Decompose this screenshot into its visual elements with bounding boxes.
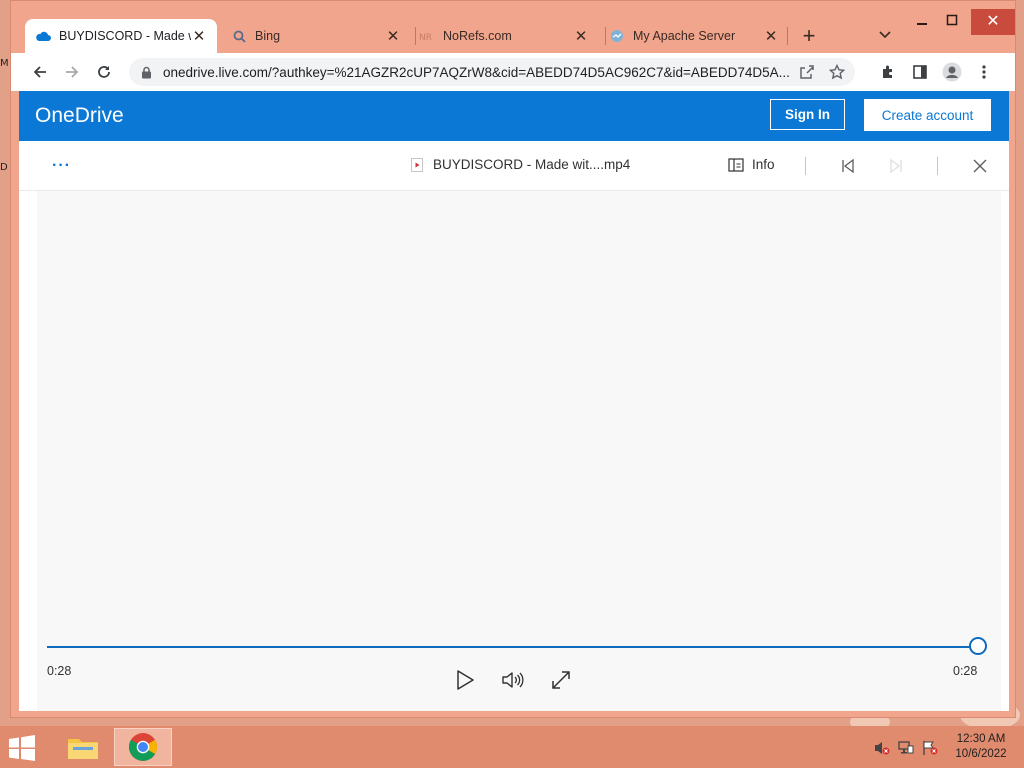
next-item-icon[interactable]: [887, 157, 905, 175]
taskbar: 12:30 AM 10/6/2022: [0, 726, 1024, 768]
create-account-button[interactable]: Create account: [864, 99, 991, 131]
onedrive-page: OneDrive Sign In Create account ··· BUYD…: [19, 91, 1009, 711]
tab-bing[interactable]: Bing ✕: [221, 19, 411, 53]
svg-text:NR: NR: [419, 33, 432, 41]
chrome-taskbar-icon[interactable]: [114, 728, 172, 766]
maximize-icon[interactable]: [937, 9, 967, 35]
seek-bar[interactable]: [47, 646, 980, 648]
reload-icon[interactable]: [92, 60, 116, 84]
tab-norefs[interactable]: NR NoRefs.com ✕: [409, 19, 599, 53]
window-close-icon[interactable]: ✕: [971, 9, 1015, 35]
desktop-icon-fragment: M: [0, 58, 9, 69]
close-viewer-icon[interactable]: [971, 157, 989, 175]
minimize-icon[interactable]: [907, 9, 937, 35]
close-tab-icon[interactable]: ✕: [763, 27, 779, 45]
new-tab-button[interactable]: +: [797, 25, 821, 49]
tab-title: My Apache Server: [633, 29, 736, 43]
browser-menu-icon[interactable]: [972, 60, 996, 84]
bookmark-star-icon[interactable]: [825, 60, 849, 84]
tab-search-icon[interactable]: [875, 27, 895, 47]
close-tab-icon[interactable]: ✕: [385, 27, 401, 45]
search-icon: [231, 28, 247, 44]
toolbar-divider: [805, 157, 806, 175]
action-center-flag-icon[interactable]: [922, 740, 938, 756]
sign-in-button[interactable]: Sign In: [770, 99, 845, 130]
video-file-icon: [411, 157, 423, 172]
volume-icon[interactable]: [500, 667, 526, 693]
clock-date: 10/6/2022: [955, 748, 1007, 760]
toolbar-divider: [937, 157, 938, 175]
lock-icon[interactable]: [139, 65, 153, 79]
file-explorer-icon[interactable]: [58, 728, 108, 766]
viewer-toolbar: ··· BUYDISCORD - Made wit....mp4 Info: [19, 141, 1009, 191]
browser-toolbar: onedrive.live.com/?authkey=%21AGZR2cUP7A…: [11, 53, 1015, 91]
side-panel-icon[interactable]: [908, 60, 932, 84]
close-tab-icon[interactable]: ✕: [573, 27, 589, 45]
info-label: Info: [752, 157, 775, 172]
tab-title: BUYDISCORD - Made w: [59, 29, 191, 43]
onedrive-cloud-icon: [35, 28, 51, 44]
current-time: 0:28: [47, 664, 72, 678]
fullscreen-icon[interactable]: [548, 667, 574, 693]
tab-separator: [787, 27, 788, 45]
address-bar[interactable]: onedrive.live.com/?authkey=%21AGZR2cUP7A…: [129, 58, 855, 86]
norefs-icon: NR: [419, 28, 435, 44]
browser-window: BUYDISCORD - Made w ✕ Bing ✕ NR NoRefs.c…: [10, 0, 1016, 718]
info-button[interactable]: Info: [728, 157, 775, 172]
share-icon[interactable]: [795, 60, 819, 84]
forward-icon[interactable]: [60, 60, 84, 84]
duration: 0:28: [953, 664, 978, 678]
desktop-icon-fragment: D: [0, 162, 8, 173]
onedrive-logo[interactable]: OneDrive: [35, 104, 124, 128]
tab-apache[interactable]: My Apache Server ✕: [599, 19, 789, 53]
tab-buydiscord[interactable]: BUYDISCORD - Made w ✕: [25, 19, 217, 53]
tab-title: Bing: [255, 29, 281, 43]
previous-item-icon[interactable]: [839, 157, 857, 175]
profile-avatar-icon[interactable]: [940, 60, 964, 84]
extensions-puzzle-icon[interactable]: [876, 60, 900, 84]
play-icon[interactable]: [452, 667, 478, 693]
clock-time: 12:30 AM: [956, 733, 1006, 745]
system-clock[interactable]: 12:30 AM 10/6/2022: [950, 732, 1012, 762]
windows-start-icon[interactable]: [8, 735, 36, 761]
file-name: BUYDISCORD - Made wit....mp4: [411, 157, 630, 172]
tab-title: NoRefs.com: [443, 29, 512, 43]
back-icon[interactable]: [28, 60, 52, 84]
url-text[interactable]: onedrive.live.com/?authkey=%21AGZR2cUP7A…: [163, 65, 795, 80]
apache-icon: [609, 28, 625, 44]
tab-strip: BUYDISCORD - Made w ✕ Bing ✕ NR NoRefs.c…: [11, 1, 1015, 53]
file-name-text: BUYDISCORD - Made wit....mp4: [433, 157, 631, 172]
network-icon[interactable]: [898, 740, 914, 756]
volume-muted-icon[interactable]: [874, 740, 890, 756]
seek-handle[interactable]: [969, 637, 987, 655]
close-tab-icon[interactable]: ✕: [191, 27, 207, 45]
onedrive-header: OneDrive Sign In Create account: [19, 91, 1009, 141]
info-panel-icon: [728, 157, 744, 172]
video-stage[interactable]: [37, 191, 1001, 711]
more-options-icon[interactable]: ···: [52, 157, 72, 174]
